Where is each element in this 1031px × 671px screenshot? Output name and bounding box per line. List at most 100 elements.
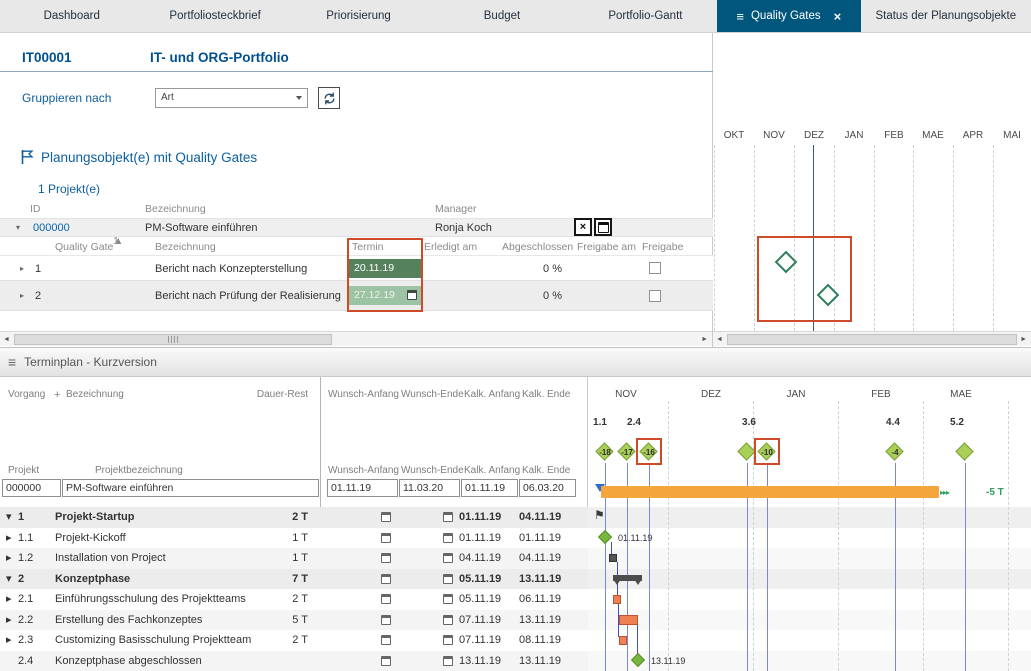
task-number-link[interactable]: 2.4 — [18, 651, 33, 671]
task-row[interactable]: ▸2.3Customizing Basisschulung Projekttea… — [0, 630, 588, 651]
col-abgeschlossen[interactable]: Abgeschlossen — [502, 241, 573, 253]
task-number-link[interactable]: 1.1 — [18, 528, 33, 549]
scroll-right-button[interactable]: ► — [1020, 332, 1027, 347]
tab-dashboard[interactable]: Dashboard — [0, 0, 143, 32]
wunsch-ende-cell[interactable] — [395, 548, 453, 569]
task-row[interactable]: ▾1Projekt-Startup2 T01.11.1904.11.19 — [0, 507, 588, 528]
gate-diamond[interactable]: -17 — [616, 441, 638, 463]
task-row[interactable]: ▸1.1Projekt-Kickoff1 T01.11.1901.11.19 — [0, 528, 588, 549]
tab-priorisierung[interactable]: Priorisierung — [287, 0, 430, 32]
col-kalk-ende[interactable]: Kalk. Ende — [522, 389, 570, 400]
col-wunsch-ende[interactable]: Wunsch-Ende — [401, 389, 464, 400]
col-projekt[interactable]: Projekt — [8, 465, 39, 476]
wunsch-ende-cell[interactable] — [395, 589, 453, 610]
wunsch-ende-cell[interactable] — [395, 507, 453, 528]
tab-portfolio-gantt[interactable]: Portfolio-Gantt — [574, 0, 717, 32]
wunsch-anfang-cell[interactable] — [325, 651, 391, 671]
gate-diamond[interactable] — [954, 441, 976, 463]
expand-icon[interactable]: ▸ — [20, 281, 24, 311]
close-icon[interactable]: × — [834, 9, 842, 24]
wunsch-ende-cell[interactable] — [395, 569, 453, 590]
kalk-anfang-cell[interactable]: 01.11.19 — [459, 528, 501, 549]
col-vorgang[interactable]: Vorgang — [8, 389, 45, 400]
wunsch-ende-cell[interactable] — [395, 610, 453, 631]
col-wunsch-ende[interactable]: Wunsch-Ende — [401, 465, 464, 476]
col-bezeichnung[interactable]: Bezeichnung — [155, 241, 216, 253]
wunsch-ende-cell[interactable] — [395, 528, 453, 549]
freigabe-checkbox[interactable] — [649, 262, 661, 274]
horizontal-scrollbar[interactable]: ◄ ► — [713, 331, 1031, 346]
scroll-left-button[interactable]: ◄ — [3, 332, 10, 347]
kalk-anfang-cell[interactable]: 05.11.19 — [459, 569, 501, 590]
collapse-icon[interactable]: ▾ — [16, 219, 20, 237]
project-name-cell[interactable]: PM-Software einführen — [62, 479, 319, 497]
kalk-anfang-cell[interactable]: 07.11.19 — [459, 610, 501, 631]
collapse-icon[interactable]: ▾ — [6, 569, 12, 590]
expand-icon[interactable]: ▸ — [6, 630, 12, 651]
project-wunsch-anfang-cell[interactable]: 01.11.19 — [327, 479, 398, 497]
task-bar[interactable] — [619, 615, 638, 625]
wunsch-anfang-cell[interactable] — [325, 630, 391, 651]
task-number-link[interactable]: 1.2 — [18, 548, 33, 569]
task-row[interactable]: ▾2Konzeptphase7 T05.11.1913.11.19 — [0, 569, 588, 590]
expand-icon[interactable]: ▸ — [6, 528, 12, 549]
wunsch-anfang-cell[interactable] — [325, 507, 391, 528]
col-erledigt-am[interactable]: Erledigt am — [424, 241, 477, 253]
task-bar[interactable] — [613, 595, 621, 604]
wunsch-anfang-cell[interactable] — [325, 528, 391, 549]
project-id-cell[interactable]: 000000 — [2, 479, 61, 497]
col-quality-gate[interactable]: Quality Gate — [55, 241, 113, 253]
col-bezeichnung[interactable]: Bezeichnung — [145, 203, 206, 215]
task-bar[interactable] — [619, 636, 627, 645]
wunsch-anfang-cell[interactable] — [325, 610, 391, 631]
project-summary-bar[interactable] — [601, 486, 939, 498]
group-by-select[interactable]: Art — [155, 88, 308, 108]
wunsch-ende-cell[interactable] — [395, 651, 453, 671]
scroll-right-button[interactable]: ► — [701, 332, 708, 347]
project-kalk-anfang-cell[interactable]: 01.11.19 — [461, 479, 518, 497]
project-wunsch-ende-cell[interactable]: 11.03.20 — [399, 479, 460, 497]
task-number-link[interactable]: 2.1 — [18, 589, 33, 610]
col-freigabe[interactable]: Freigabe — [642, 241, 683, 253]
col-id[interactable]: ID — [30, 203, 41, 215]
task-bar[interactable] — [609, 554, 617, 562]
collapse-icon[interactable]: ▾ — [6, 507, 12, 528]
col-projektbezeichnung[interactable]: Projektbezeichnung — [95, 465, 183, 476]
expand-icon[interactable]: ▸ — [20, 256, 24, 282]
scrollbar-thumb[interactable] — [727, 334, 1017, 345]
col-freigabe-am[interactable]: Freigabe am — [577, 241, 636, 253]
col-wunsch-anfang[interactable]: Wunsch-Anfang — [328, 389, 399, 400]
expand-icon[interactable]: ▸ — [6, 589, 12, 610]
wunsch-anfang-cell[interactable] — [325, 589, 391, 610]
tab-portfoliosteckbrief[interactable]: Portfoliosteckbrief — [143, 0, 286, 32]
kalk-anfang-cell[interactable]: 04.11.19 — [459, 548, 501, 569]
expand-icon[interactable]: ▸ — [6, 610, 12, 631]
wunsch-anfang-cell[interactable] — [325, 548, 391, 569]
calendar-button[interactable] — [594, 218, 612, 236]
task-number-link[interactable]: 2.3 — [18, 630, 33, 651]
tab-status-der-planungsobjekte[interactable]: Status der Planungsobjekte — [861, 0, 1031, 32]
horizontal-scrollbar[interactable]: ◄ ► — [0, 331, 712, 346]
scroll-left-button[interactable]: ◄ — [716, 332, 723, 347]
task-row[interactable]: 2.4Konzeptphase abgeschlossen13.11.1913.… — [0, 651, 588, 671]
col-kalk-anfang[interactable]: Kalk. Anfang — [464, 389, 520, 400]
task-row[interactable]: ▸2.2Erstellung des Fachkonzeptes5 T07.11… — [0, 610, 588, 631]
kalk-anfang-cell[interactable]: 05.11.19 — [459, 589, 501, 610]
gate-diamond[interactable]: -4 — [884, 441, 906, 463]
task-number-link[interactable]: 1 — [18, 507, 24, 528]
col-dauer-rest[interactable]: Dauer-Rest — [250, 389, 308, 400]
col-wunsch-anfang[interactable]: Wunsch-Anfang — [328, 465, 399, 476]
wunsch-ende-cell[interactable] — [395, 630, 453, 651]
kalk-anfang-cell[interactable]: 13.11.19 — [459, 651, 501, 671]
refresh-button[interactable] — [318, 87, 340, 109]
kalk-anfang-cell[interactable]: 01.11.19 — [459, 507, 501, 528]
task-number-link[interactable]: 2.2 — [18, 610, 33, 631]
col-bezeichnung[interactable]: Bezeichnung — [66, 389, 124, 400]
scrollbar-thumb[interactable] — [14, 334, 332, 345]
wunsch-anfang-cell[interactable] — [325, 569, 391, 590]
col-kalk-anfang[interactable]: Kalk. Anfang — [464, 465, 520, 476]
project-id-link[interactable]: 000000 — [33, 219, 70, 237]
kalk-anfang-cell[interactable]: 07.11.19 — [459, 630, 501, 651]
col-manager[interactable]: Manager — [435, 203, 476, 215]
task-row[interactable]: ▸1.2Installation von Project1 T04.11.190… — [0, 548, 588, 569]
